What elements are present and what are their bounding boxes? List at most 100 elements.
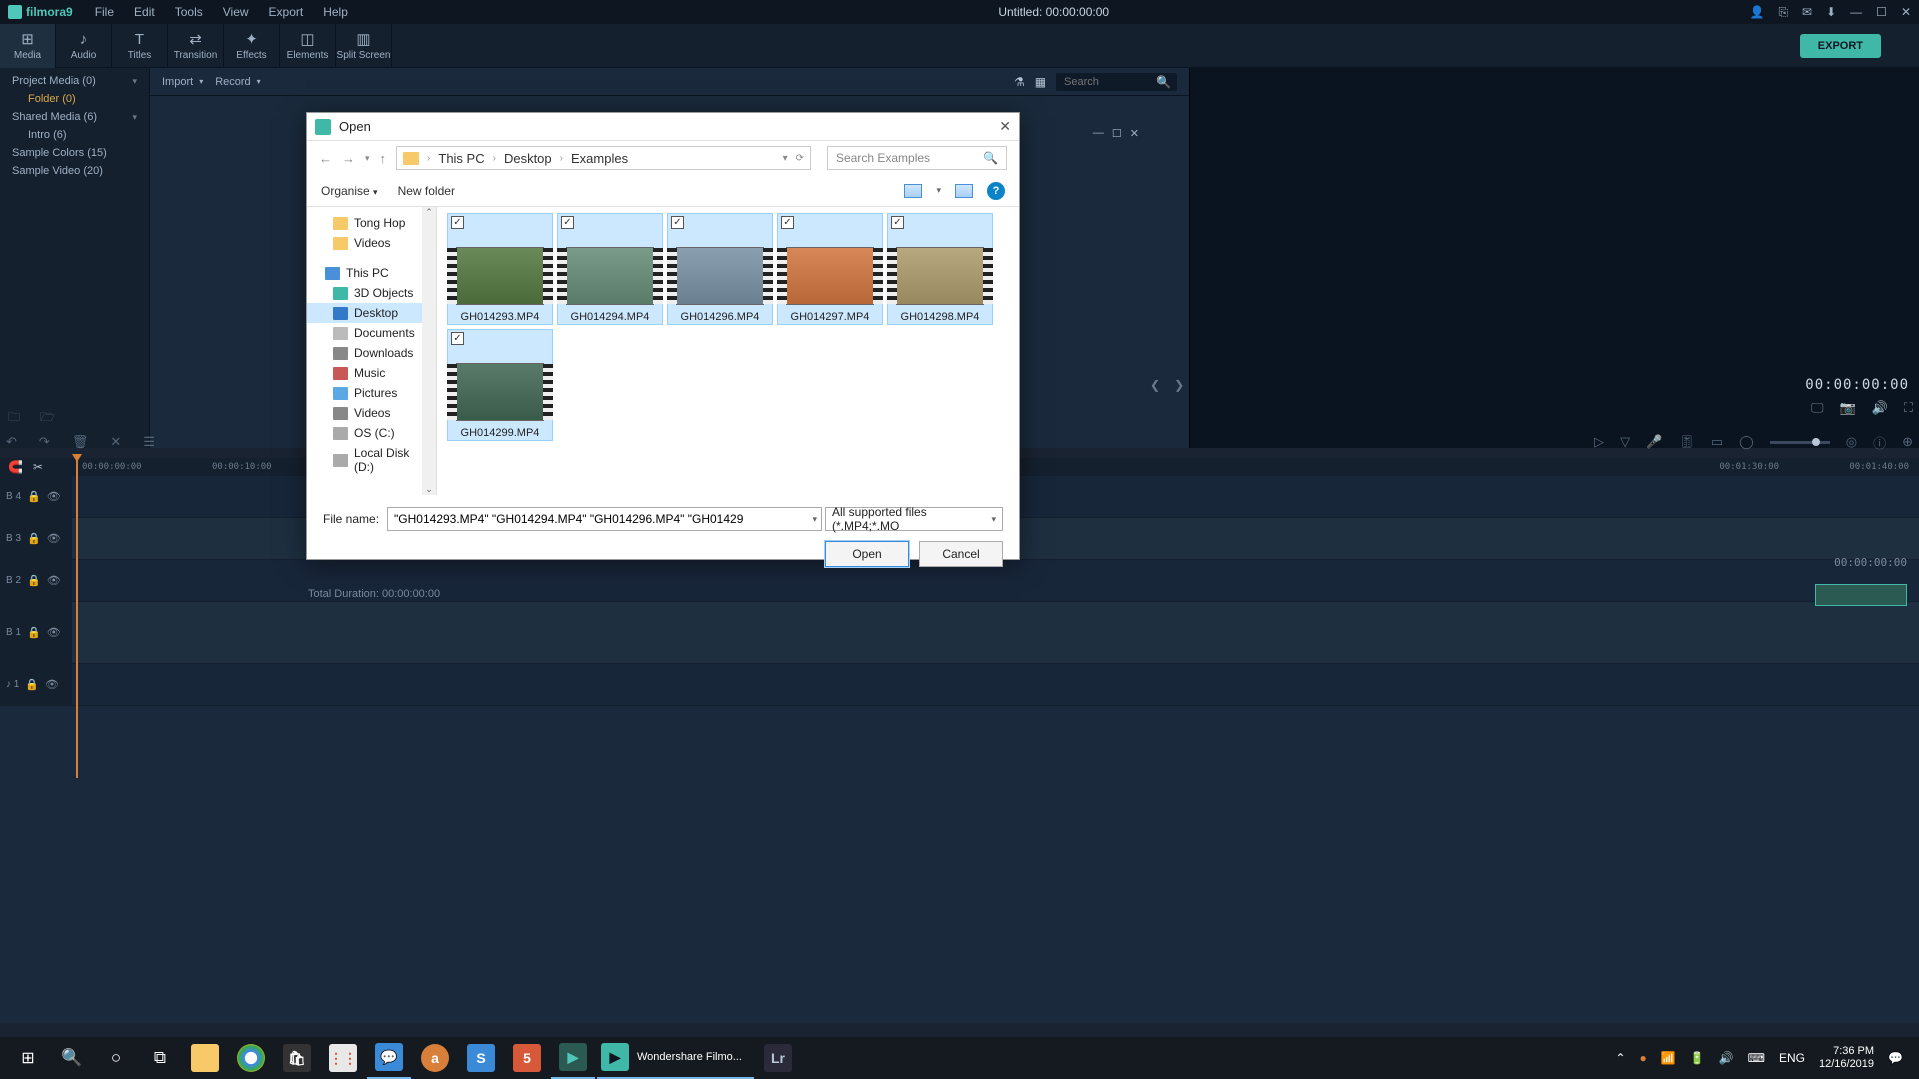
magnet-icon[interactable]: 🧲 (8, 460, 23, 474)
voiceover-icon[interactable]: 🎤 (1646, 434, 1662, 450)
crop-icon[interactable]: ☰ (143, 434, 155, 450)
chrome-taskbar-icon[interactable] (229, 1037, 273, 1079)
mixer-icon[interactable]: 🎚 (1678, 434, 1695, 450)
cut-icon[interactable]: ✕ (110, 434, 121, 450)
sub-close-icon[interactable]: ✕ (1130, 127, 1139, 140)
app3-taskbar-icon[interactable]: a (413, 1037, 457, 1079)
search-icon[interactable]: 🔍 (1156, 75, 1171, 89)
user-icon[interactable]: 👤 (1749, 5, 1764, 20)
tree-item[interactable]: Tong Hop (307, 213, 436, 233)
volume-icon[interactable]: 🔊 (1872, 400, 1888, 422)
dialog-close-icon[interactable]: ✕ (999, 118, 1011, 135)
view-mode-dropdown[interactable] (904, 184, 922, 198)
next-frame-icon[interactable]: ❯ (1174, 378, 1184, 392)
media-node[interactable]: Sample Colors (15) (0, 144, 149, 162)
tab-elements[interactable]: ◫Elements (280, 24, 336, 68)
lock-icon[interactable]: 🔒 (27, 490, 41, 503)
new-folder-button[interactable]: New folder (398, 184, 455, 198)
notifications-icon[interactable]: 💬 (1888, 1051, 1903, 1065)
file-checkbox[interactable]: ✓ (561, 216, 574, 229)
tab-effects[interactable]: ✦Effects (224, 24, 280, 68)
sound-icon[interactable]: 🔊 (1719, 1051, 1734, 1065)
export-button[interactable]: EXPORT (1800, 34, 1881, 58)
nav-back-icon[interactable]: ← (319, 151, 332, 166)
media-node[interactable]: Project Media (0)▾ (0, 72, 149, 90)
filmora-taskbar-icon[interactable]: ▶ Wondershare Filmo... (597, 1037, 754, 1079)
grid-view-icon[interactable]: ▦ (1035, 75, 1046, 89)
menu-edit[interactable]: Edit (124, 5, 165, 19)
tab-media[interactable]: ⊞Media (0, 24, 56, 68)
preview-pane-toggle[interactable] (955, 184, 973, 198)
tab-transition[interactable]: ⇄Transition (168, 24, 224, 68)
app2-taskbar-icon[interactable]: 💬 (367, 1037, 411, 1079)
tray-expand-icon[interactable]: ⌃ (1615, 1051, 1625, 1065)
filter-icon[interactable]: ⚗ (1014, 75, 1025, 89)
search-button[interactable]: 🔍 (50, 1037, 94, 1079)
media-search-input[interactable] (1056, 73, 1156, 91)
media-node[interactable]: Sample Video (20) (0, 162, 149, 180)
nav-recent-icon[interactable]: ▾ (365, 153, 370, 164)
file-item[interactable]: ✓ GH014298.MP4 (887, 213, 993, 325)
tab-audio[interactable]: ♪Audio (56, 24, 112, 68)
media-node[interactable]: Shared Media (6)▾ (0, 108, 149, 126)
task-view-button[interactable]: ⧉ (138, 1037, 182, 1079)
start-button[interactable]: ⊞ (6, 1037, 50, 1079)
tree-item[interactable]: OS (C:) (307, 423, 436, 443)
tree-item[interactable]: Local Disk (D:) (307, 443, 436, 477)
file-item[interactable]: ✓ GH014296.MP4 (667, 213, 773, 325)
visibility-icon[interactable]: 👁 (47, 532, 61, 545)
record-dropdown[interactable]: Record▾ (215, 76, 260, 88)
tree-item[interactable]: Music (307, 363, 436, 383)
visibility-icon[interactable]: 👁 (47, 490, 61, 503)
file-checkbox[interactable]: ✓ (451, 332, 464, 345)
tree-scrollbar[interactable]: ⌃⌄ (422, 207, 436, 495)
lock-icon[interactable]: 🔒 (27, 626, 41, 639)
tray-app-icon[interactable]: ● (1640, 1051, 1647, 1065)
display-icon[interactable]: 🖵 (1811, 400, 1824, 422)
lock-icon[interactable]: 🔒 (25, 678, 39, 691)
wifi-icon[interactable]: 📶 (1661, 1051, 1676, 1065)
app1-taskbar-icon[interactable]: ⋮⋮ (321, 1037, 365, 1079)
breadcrumb[interactable]: This PC (438, 151, 484, 166)
ime-icon[interactable]: ⌨ (1748, 1051, 1765, 1065)
render-icon[interactable]: ▭ (1711, 434, 1723, 450)
file-checkbox[interactable]: ✓ (671, 216, 684, 229)
dialog-search-input[interactable]: Search Examples 🔍 (827, 146, 1007, 170)
file-checkbox[interactable]: ✓ (891, 216, 904, 229)
fullscreen-icon[interactable]: ⛶ (1904, 400, 1913, 422)
visibility-icon[interactable]: 👁 (47, 626, 61, 639)
breadcrumb[interactable]: Examples (571, 151, 628, 166)
close-icon[interactable]: ✕ (1901, 5, 1911, 20)
visibility-icon[interactable]: 👁 (45, 678, 59, 691)
tree-item[interactable]: This PC (307, 263, 436, 283)
prev-frame-icon[interactable]: ❮ (1150, 378, 1160, 392)
file-type-filter[interactable]: All supported files (*.MP4;*.MO▾ (825, 507, 1003, 531)
nav-forward-icon[interactable]: → (342, 151, 355, 166)
media-node[interactable]: Intro (6) (0, 126, 149, 144)
share-icon[interactable]: ⎘ (1778, 5, 1788, 20)
notification-icon[interactable]: ⬇ (1826, 5, 1836, 20)
timeline-track[interactable]: B 1🔒👁 (0, 602, 1919, 664)
menu-tools[interactable]: Tools (165, 5, 213, 19)
menu-help[interactable]: Help (313, 5, 358, 19)
tree-item[interactable]: 3D Objects (307, 283, 436, 303)
more-icon[interactable]: ⊕ (1902, 434, 1913, 450)
language-indicator[interactable]: ENG (1779, 1051, 1805, 1065)
menu-view[interactable]: View (213, 5, 259, 19)
clock[interactable]: 7:36 PM 12/16/2019 (1819, 1045, 1874, 1071)
lightroom-taskbar-icon[interactable]: Lr (756, 1037, 800, 1079)
new-folder-icon[interactable]: 🗀 (8, 408, 20, 429)
play-icon[interactable]: ▷ (1594, 434, 1604, 450)
file-item[interactable]: ✓ GH014299.MP4 (447, 329, 553, 441)
filename-input[interactable] (387, 507, 822, 531)
file-item[interactable]: ✓ GH014297.MP4 (777, 213, 883, 325)
media-node[interactable]: Folder (0) (0, 90, 149, 108)
menu-file[interactable]: File (85, 5, 124, 19)
tree-item[interactable]: Downloads (307, 343, 436, 363)
add-folder-icon[interactable]: 🗁 (40, 408, 55, 429)
zoom-slider[interactable] (1770, 441, 1830, 444)
maximize-icon[interactable]: ☐ (1876, 5, 1887, 20)
file-list[interactable]: ✓ GH014293.MP4✓ GH014294.MP4✓ GH014296.M… (437, 207, 1019, 495)
cortana-button[interactable]: ○ (94, 1037, 138, 1079)
file-checkbox[interactable]: ✓ (451, 216, 464, 229)
